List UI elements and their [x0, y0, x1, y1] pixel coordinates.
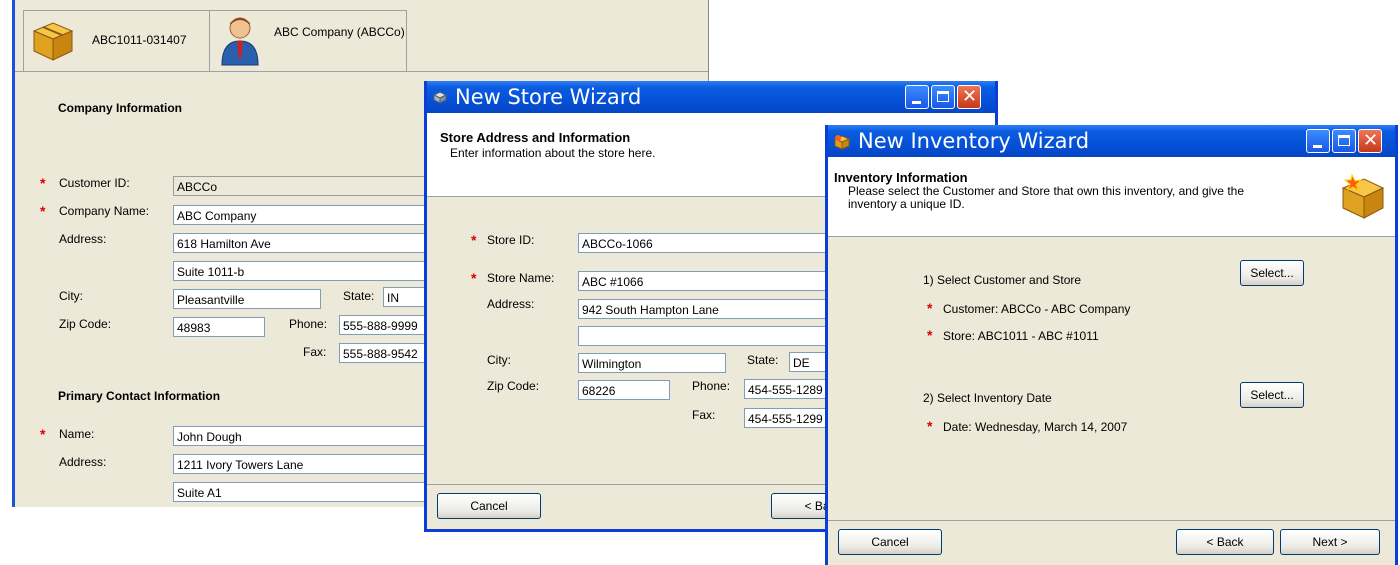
phone-label: Phone: — [289, 317, 328, 331]
city-field[interactable]: Pleasantville — [173, 289, 321, 309]
tab-inventory[interactable]: ABC1011-031407 — [23, 10, 211, 72]
tab-company-label: ABC Company (ABCCo) — [274, 25, 405, 39]
inventory-wizard-header-title: Inventory Information — [834, 170, 968, 185]
header-separator — [828, 236, 1395, 237]
maximize-button[interactable] — [931, 85, 955, 109]
required-marker: * — [927, 300, 933, 316]
required-marker: * — [471, 270, 477, 286]
store-city-label: City: — [487, 353, 511, 367]
new-inventory-wizard-window: New Inventory Wizard ✕ Inventory Informa… — [825, 125, 1398, 565]
store-address-line1-field[interactable]: 942 South Hampton Lane — [578, 299, 838, 319]
state-label: State: — [343, 289, 375, 303]
inventory-next-button[interactable]: Next > — [1280, 529, 1380, 555]
inventory-wizard-titlebar[interactable]: New Inventory Wizard ✕ — [828, 125, 1395, 157]
minimize-button[interactable] — [905, 85, 929, 109]
contact-name-field[interactable]: John Dough — [173, 426, 433, 446]
address-line2-field[interactable]: Suite 1011-b — [173, 261, 433, 281]
minimize-icon — [912, 101, 921, 104]
step1-label: 1) Select Customer and Store — [923, 273, 1082, 287]
store-fax-field[interactable]: 454-555-1299 — [744, 408, 838, 428]
select-customer-store-button[interactable]: Select... — [1240, 260, 1304, 286]
customer-id-field[interactable]: ABCCo — [173, 176, 433, 196]
tab-divider — [15, 71, 708, 72]
store-name-field[interactable]: ABC #1066 — [578, 271, 838, 291]
store-name-label: Store Name: — [487, 271, 555, 285]
inventory-wizard-header-subtitle: Please select the Customer and Store tha… — [848, 184, 1244, 211]
fax-field[interactable]: 555-888-9542 — [339, 343, 433, 363]
required-marker: * — [471, 232, 477, 248]
store-wizard-titlebar[interactable]: New Store Wizard ✕ — [427, 81, 995, 113]
date-value: Date: Wednesday, March 14, 2007 — [943, 420, 1128, 434]
required-marker: * — [927, 418, 933, 434]
close-button[interactable]: ✕ — [957, 85, 981, 109]
close-icon: ✕ — [1363, 130, 1379, 151]
inventory-wizard-title: New Inventory Wizard — [858, 129, 1090, 153]
minimize-icon — [1313, 145, 1322, 148]
step2-label: 2) Select Inventory Date — [923, 391, 1052, 405]
select-inventory-date-button[interactable]: Select... — [1240, 382, 1304, 408]
store-fax-label: Fax: — [692, 408, 716, 422]
address-label: Address: — [59, 232, 107, 246]
tab-inventory-label: ABC1011-031407 — [92, 33, 187, 47]
store-id-label: Store ID: — [487, 233, 535, 247]
required-marker: * — [40, 203, 46, 219]
maximize-icon — [1338, 135, 1350, 146]
window-app-icon — [433, 91, 447, 104]
close-icon: ✕ — [962, 86, 978, 107]
customer-id-label: Customer ID: — [59, 176, 130, 190]
store-zip-label: Zip Code: — [487, 379, 540, 393]
required-marker: * — [927, 327, 933, 343]
box-icon — [1341, 173, 1385, 219]
zip-field[interactable]: 48983 — [173, 317, 265, 337]
zip-label: Zip Code: — [59, 317, 112, 331]
footer-separator — [828, 520, 1395, 521]
maximize-button[interactable] — [1332, 129, 1356, 153]
store-state-label: State: — [747, 353, 779, 367]
store-address-line2-field[interactable] — [578, 326, 838, 346]
company-name-label: Company Name: — [59, 204, 150, 218]
company-name-field[interactable]: ABC Company — [173, 205, 433, 225]
city-label: City: — [59, 289, 83, 303]
store-value: Store: ABC1011 - ABC #1011 — [943, 329, 1099, 343]
store-zip-field[interactable]: 68226 — [578, 380, 670, 400]
inventory-wizard-header: Inventory Information Please select the … — [828, 157, 1395, 236]
store-wizard-header-subtitle: Enter information about the store here. — [450, 146, 656, 160]
store-cancel-button[interactable]: Cancel — [437, 493, 541, 519]
contact-name-label: Name: — [59, 427, 95, 441]
store-city-field[interactable]: Wilmington — [578, 353, 726, 373]
store-id-field[interactable]: ABCCo-1066 — [578, 233, 838, 253]
fax-label: Fax: — [303, 345, 327, 359]
store-wizard-header-title: Store Address and Information — [440, 130, 631, 145]
company-section-title: Company Information — [58, 101, 183, 115]
inventory-back-button[interactable]: < Back — [1176, 529, 1274, 555]
phone-field[interactable]: 555-888-9999 — [339, 315, 433, 335]
store-phone-label: Phone: — [692, 379, 731, 393]
store-address-label: Address: — [487, 297, 535, 311]
minimize-button[interactable] — [1306, 129, 1330, 153]
inventory-cancel-button[interactable]: Cancel — [838, 529, 942, 555]
close-button[interactable]: ✕ — [1358, 129, 1382, 153]
contact-address-label: Address: — [59, 455, 107, 469]
store-wizard-title: New Store Wizard — [455, 85, 642, 109]
address-line1-field[interactable]: 618 Hamilton Ave — [173, 233, 433, 253]
window-app-icon — [834, 135, 850, 150]
person-icon — [221, 17, 259, 66]
contact-address-line1-field[interactable]: 1211 Ivory Towers Lane — [173, 454, 433, 474]
required-marker: * — [40, 175, 46, 191]
contact-address-line2-field[interactable]: Suite A1 — [173, 482, 433, 502]
store-phone-field[interactable]: 454-555-1289 — [744, 379, 838, 399]
required-marker: * — [40, 426, 46, 442]
tab-company[interactable]: ABC Company (ABCCo) — [209, 10, 407, 72]
maximize-icon — [937, 91, 949, 102]
customer-value: Customer: ABCCo - ABC Company — [943, 302, 1131, 316]
contact-section-title: Primary Contact Information — [58, 389, 221, 403]
box-icon — [32, 22, 74, 61]
